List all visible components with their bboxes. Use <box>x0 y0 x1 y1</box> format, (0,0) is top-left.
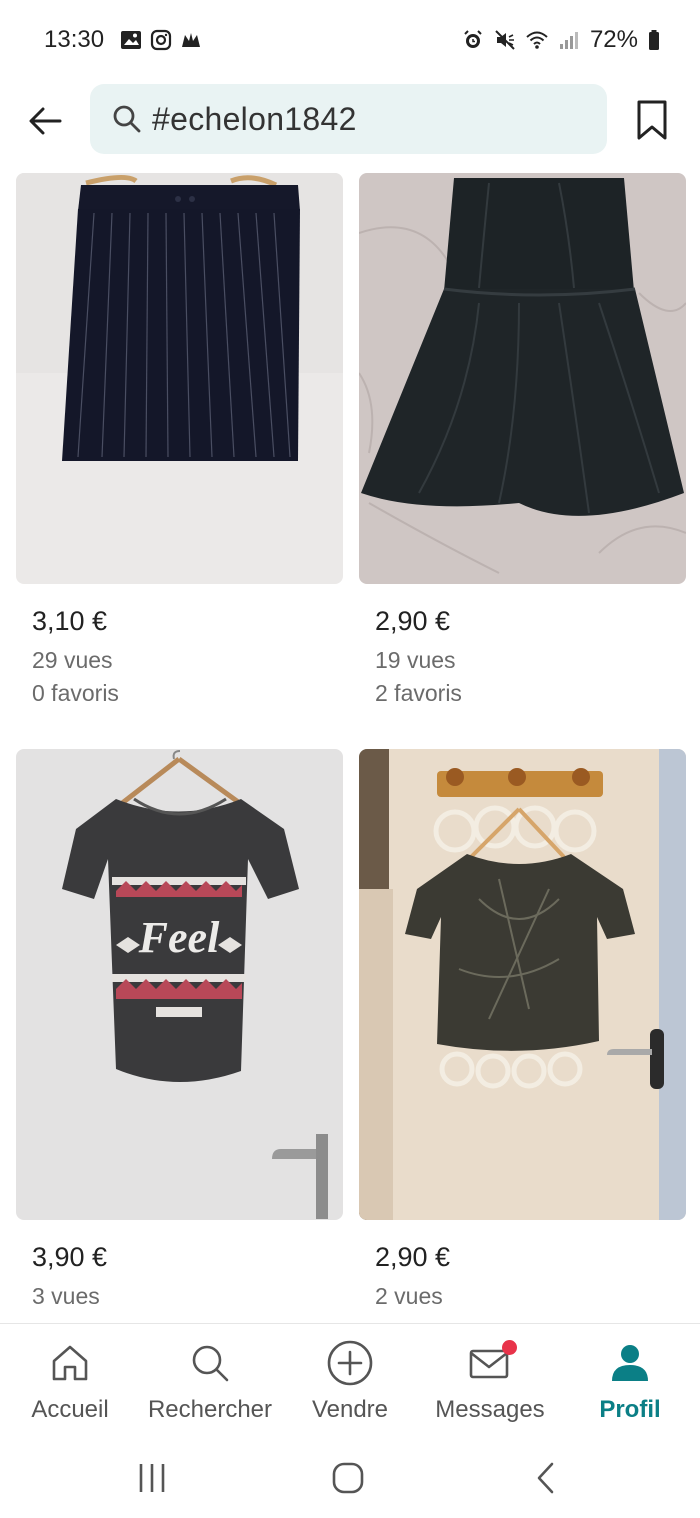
status-time: 13:30 <box>44 26 105 53</box>
home-icon <box>45 1338 95 1388</box>
plus-circle-icon <box>325 1338 375 1388</box>
product-favorites: 2 favoris <box>375 680 462 706</box>
product-card[interactable]: Feel 3,90 € 3 vues <box>16 749 343 1310</box>
bottom-navigation: Accueil Rechercher Vendre Messages Profi… <box>0 1323 700 1438</box>
nav-item-rechercher[interactable]: Rechercher <box>140 1338 280 1424</box>
system-back-button[interactable] <box>516 1456 576 1500</box>
product-card[interactable]: 2,90 € 2 vues <box>359 749 686 1310</box>
signal-icon <box>559 32 578 49</box>
nav-label: Accueil <box>31 1396 109 1423</box>
product-views: 3 vues <box>32 1283 100 1309</box>
chevron-left-icon <box>537 1462 554 1494</box>
nav-item-profil[interactable]: Profil <box>560 1338 700 1424</box>
alarm-icon <box>464 30 482 48</box>
home-button[interactable] <box>318 1456 378 1500</box>
nav-label: Messages <box>435 1396 545 1423</box>
product-image-black-skirt[interactable] <box>16 173 343 584</box>
product-views: 2 vues <box>375 1283 443 1309</box>
search-input[interactable]: #echelon1842 <box>90 84 607 154</box>
product-views: 29 vues <box>32 647 113 673</box>
recent-apps-button[interactable] <box>122 1456 182 1500</box>
battery-percentage: 72% <box>589 26 638 53</box>
product-card[interactable]: 3,10 € 29 vues 0 favoris <box>16 173 343 707</box>
instagram-icon <box>150 29 172 51</box>
mute-icon <box>495 30 515 50</box>
status-system-icons: 72% <box>462 26 660 54</box>
product-image-grey-tshirt-feel[interactable]: Feel <box>16 749 343 1220</box>
app-icon <box>182 33 200 47</box>
search-icon <box>113 105 141 133</box>
search-icon <box>185 1338 235 1388</box>
product-favorites: 0 favoris <box>32 680 119 706</box>
product-price: 3,10 € <box>32 606 108 636</box>
bookmark-icon <box>637 100 667 140</box>
nav-label: Profil <box>599 1396 661 1423</box>
status-bar: 13:30 72% <box>0 0 700 80</box>
product-image-black-dress[interactable] <box>359 173 686 584</box>
search-header: #echelon1842 <box>0 82 700 158</box>
product-views: 19 vues <box>375 647 456 673</box>
profile-icon <box>605 1338 655 1388</box>
product-price: 2,90 € <box>375 606 451 636</box>
product-grid: 3,10 € 29 vues 0 favoris 2,90 € 19 vues … <box>16 173 686 1323</box>
product-image-dark-top[interactable] <box>359 749 686 1220</box>
arrow-left-icon <box>29 107 62 135</box>
nav-label: Rechercher <box>147 1396 273 1423</box>
save-search-button[interactable] <box>632 96 672 144</box>
product-price: 2,90 € <box>375 1242 451 1272</box>
gallery-icon <box>121 31 141 49</box>
nav-label: Vendre <box>311 1396 389 1423</box>
product-card[interactable]: 2,90 € 19 vues 2 favoris <box>359 173 686 707</box>
product-price: 3,90 € <box>32 1242 108 1272</box>
status-notification-icons <box>120 29 202 51</box>
notification-dot <box>502 1340 517 1355</box>
system-navigation-bar <box>0 1438 700 1518</box>
back-button[interactable] <box>22 98 68 144</box>
nav-item-accueil[interactable]: Accueil <box>0 1338 140 1424</box>
home-circle-icon <box>332 1462 364 1494</box>
wifi-icon <box>526 31 548 49</box>
recents-icon <box>139 1464 165 1492</box>
nav-item-vendre[interactable]: Vendre <box>280 1338 420 1424</box>
tshirt-print-text: Feel <box>138 913 220 962</box>
battery-icon <box>649 30 659 50</box>
mail-icon <box>465 1338 517 1388</box>
nav-item-messages[interactable]: Messages <box>420 1338 560 1424</box>
search-query: #echelon1842 <box>152 100 357 137</box>
